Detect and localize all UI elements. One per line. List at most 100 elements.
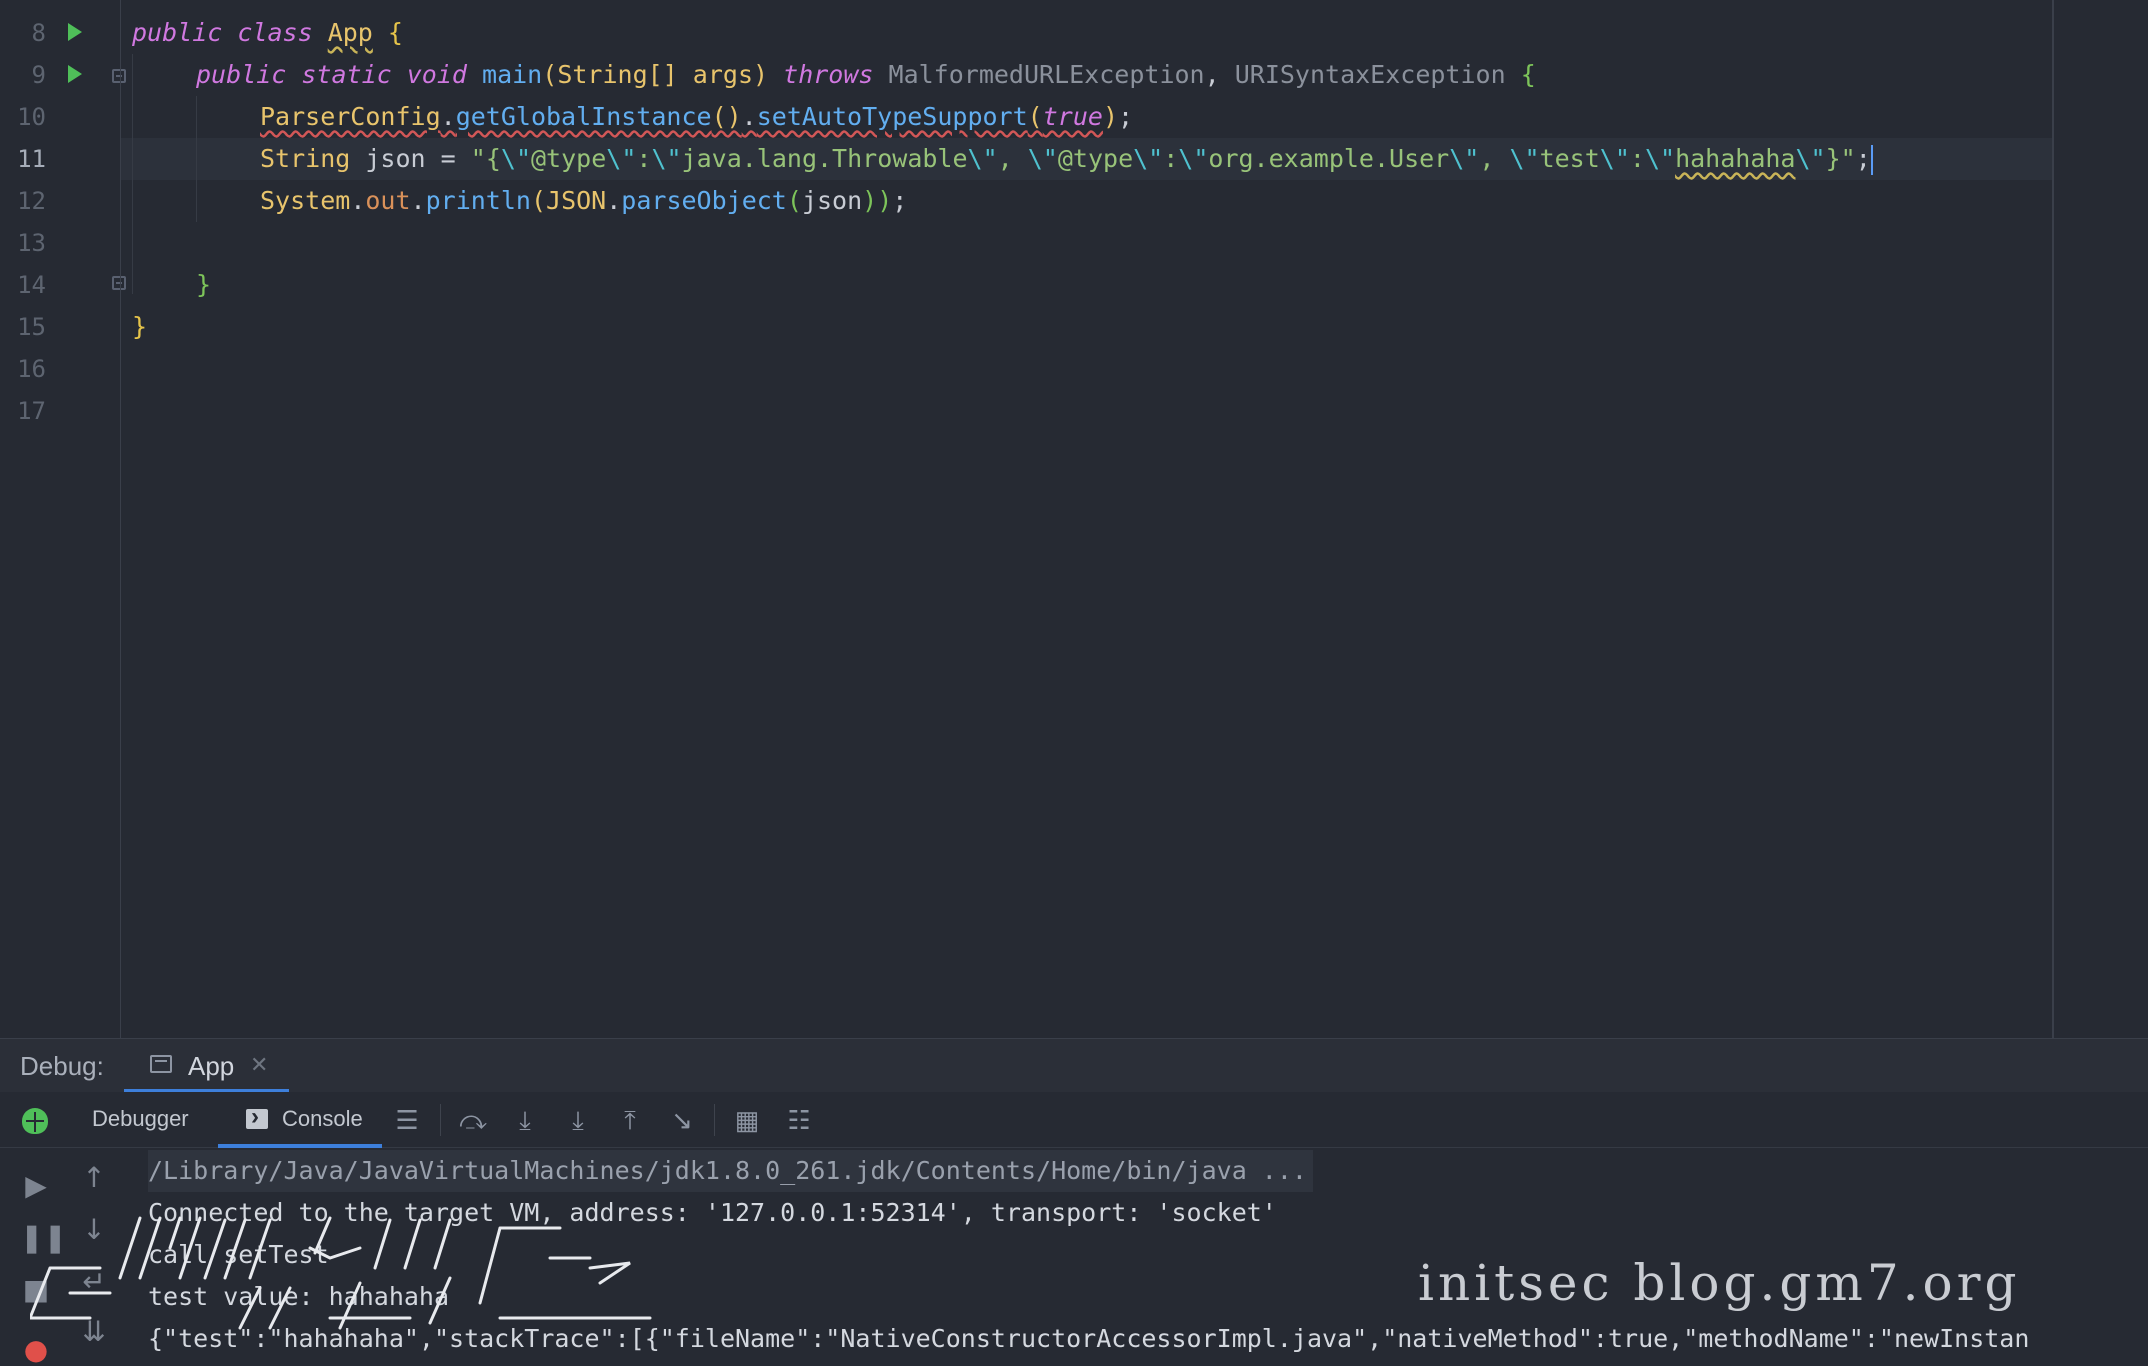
dot: .: [606, 186, 622, 215]
pause-icon[interactable]: ❚❚: [20, 1222, 67, 1254]
dot: .: [741, 102, 757, 131]
escape-seq: \": [1027, 144, 1058, 173]
escape-seq: \": [606, 144, 637, 173]
method-name: parseObject: [621, 186, 787, 215]
paren: )): [862, 186, 893, 215]
line-number: 11: [17, 145, 46, 173]
step-into-icon[interactable]: ⤓: [510, 1106, 540, 1134]
class-name: ParserConfig: [260, 102, 441, 131]
text-caret: [1870, 145, 1873, 175]
code-editor[interactable]: 8 9 10 11 12 13 14 15 16 17 public class…: [0, 0, 2148, 1038]
brace: {: [1520, 60, 1536, 89]
string-part: test: [1539, 144, 1600, 173]
method-name: println: [425, 186, 531, 215]
paren: (: [530, 186, 547, 215]
debug-toolbar: Debugger Console ☰ ⤼ ⤓ ⤓ ⤒ ↘ ▦ ☷: [0, 1092, 2148, 1148]
param-type: String[]: [557, 60, 678, 89]
resume-icon[interactable]: ▶: [20, 1170, 52, 1202]
argument: json: [801, 186, 863, 215]
fold-icon[interactable]: [112, 276, 126, 290]
code-line-10[interactable]: ParserConfig.getGlobalInstance().setAuto…: [260, 96, 1133, 138]
debug-tool-window-header: Debug: App ✕: [0, 1038, 2148, 1093]
run-class-icon[interactable]: [68, 23, 82, 41]
indent-guide: [196, 96, 197, 222]
paren: ): [1102, 102, 1119, 131]
string-part: @type: [531, 144, 607, 173]
escape-seq: \": [967, 144, 998, 173]
code-line-11[interactable]: String json = "{\"@type\":\"java.lang.Th…: [260, 138, 1873, 180]
paren: (: [542, 60, 558, 89]
comma: ,: [1204, 60, 1220, 89]
exception-type: URISyntaxException: [1234, 60, 1506, 89]
string-part: ,: [1479, 144, 1510, 173]
semicolon: ;: [1855, 144, 1871, 173]
debug-side-toolbar: ▶ ↑ ❚❚ ↓ ■ ↵ ⇊ ●: [0, 1148, 130, 1366]
class-name: JSON: [546, 186, 607, 215]
keyword: public: [196, 60, 287, 89]
force-step-into-icon[interactable]: ⤓: [563, 1106, 593, 1134]
semicolon: ;: [892, 186, 908, 215]
indent-guide: [132, 54, 133, 294]
trace-settings-icon[interactable]: ☷: [784, 1106, 814, 1134]
line-number: 9: [31, 61, 46, 89]
escape-seq: \": [1509, 144, 1540, 173]
soft-wrap-icon[interactable]: ↵: [78, 1266, 110, 1298]
scroll-to-end-icon[interactable]: ⇊: [78, 1316, 110, 1348]
console-line: call setTest: [148, 1240, 329, 1269]
keyword: true: [1042, 102, 1103, 131]
arrow-up-icon[interactable]: ↑: [78, 1162, 110, 1194]
code-line-14[interactable]: }: [196, 264, 211, 306]
bug-icon[interactable]: [22, 1108, 48, 1134]
console-icon: [246, 1103, 268, 1131]
string-part: :: [1163, 144, 1179, 173]
code-line-12[interactable]: System.out.println(JSON.parseObject(json…: [260, 180, 907, 222]
paren: (): [711, 102, 742, 131]
run-to-cursor-icon[interactable]: ↘: [667, 1106, 697, 1134]
code-line-15[interactable]: }: [132, 306, 147, 348]
field-name: out: [365, 186, 411, 215]
string-part: ,: [997, 144, 1028, 173]
class-name: App: [327, 18, 373, 47]
escape-seq: \": [651, 144, 682, 173]
string-part: :: [1629, 144, 1645, 173]
keyword: class: [237, 18, 313, 47]
escape-seq: \": [1133, 144, 1164, 173]
line-number: 12: [17, 187, 46, 215]
code-line-9[interactable]: public static void main(String[] args) t…: [196, 54, 1536, 96]
class-name: System: [260, 186, 351, 215]
escape-seq: \": [1644, 144, 1676, 173]
string-part: org.example.User: [1208, 144, 1450, 173]
toolbar-separator: [440, 1104, 441, 1136]
paren: ): [753, 60, 769, 89]
step-out-icon[interactable]: ⤒: [615, 1106, 645, 1134]
line-gutter: 8 9 10 11 12 13 14 15 16 17: [0, 0, 126, 1038]
line-number: 17: [17, 397, 46, 425]
string-part: @type: [1057, 144, 1134, 173]
dot: .: [440, 102, 456, 131]
keyword: static: [301, 60, 392, 89]
step-over-icon[interactable]: ⤼: [458, 1106, 488, 1134]
stop-icon[interactable]: ■: [20, 1274, 52, 1306]
brace: }: [196, 270, 212, 299]
evaluate-expression-icon[interactable]: ▦: [732, 1106, 762, 1134]
semicolon: ;: [1118, 102, 1134, 131]
watermark-text: initsec blog.gm7.org: [1418, 1254, 2021, 1312]
code-line-8[interactable]: public class App {: [132, 12, 403, 54]
arrow-down-icon[interactable]: ↓: [78, 1214, 110, 1246]
menu-icon[interactable]: ☰: [392, 1106, 422, 1134]
tab-debugger[interactable]: Debugger: [92, 1106, 189, 1132]
window-icon: [150, 1055, 172, 1073]
run-main-icon[interactable]: [68, 65, 82, 83]
breakpoints-icon[interactable]: ●: [20, 1334, 52, 1366]
run-config-tab[interactable]: App ✕: [124, 1039, 289, 1093]
run-config-tab-label: App: [188, 1051, 235, 1081]
tab-console[interactable]: Console: [282, 1106, 363, 1132]
dot: .: [410, 186, 426, 215]
fold-icon[interactable]: [112, 69, 126, 83]
console-line: test value: hahahaha: [148, 1282, 450, 1311]
string-part: hahahaha: [1675, 144, 1796, 173]
string-part: }": [1825, 144, 1856, 173]
brace: {: [387, 18, 403, 47]
line-number: 10: [17, 103, 46, 131]
close-icon[interactable]: ✕: [250, 1052, 268, 1078]
